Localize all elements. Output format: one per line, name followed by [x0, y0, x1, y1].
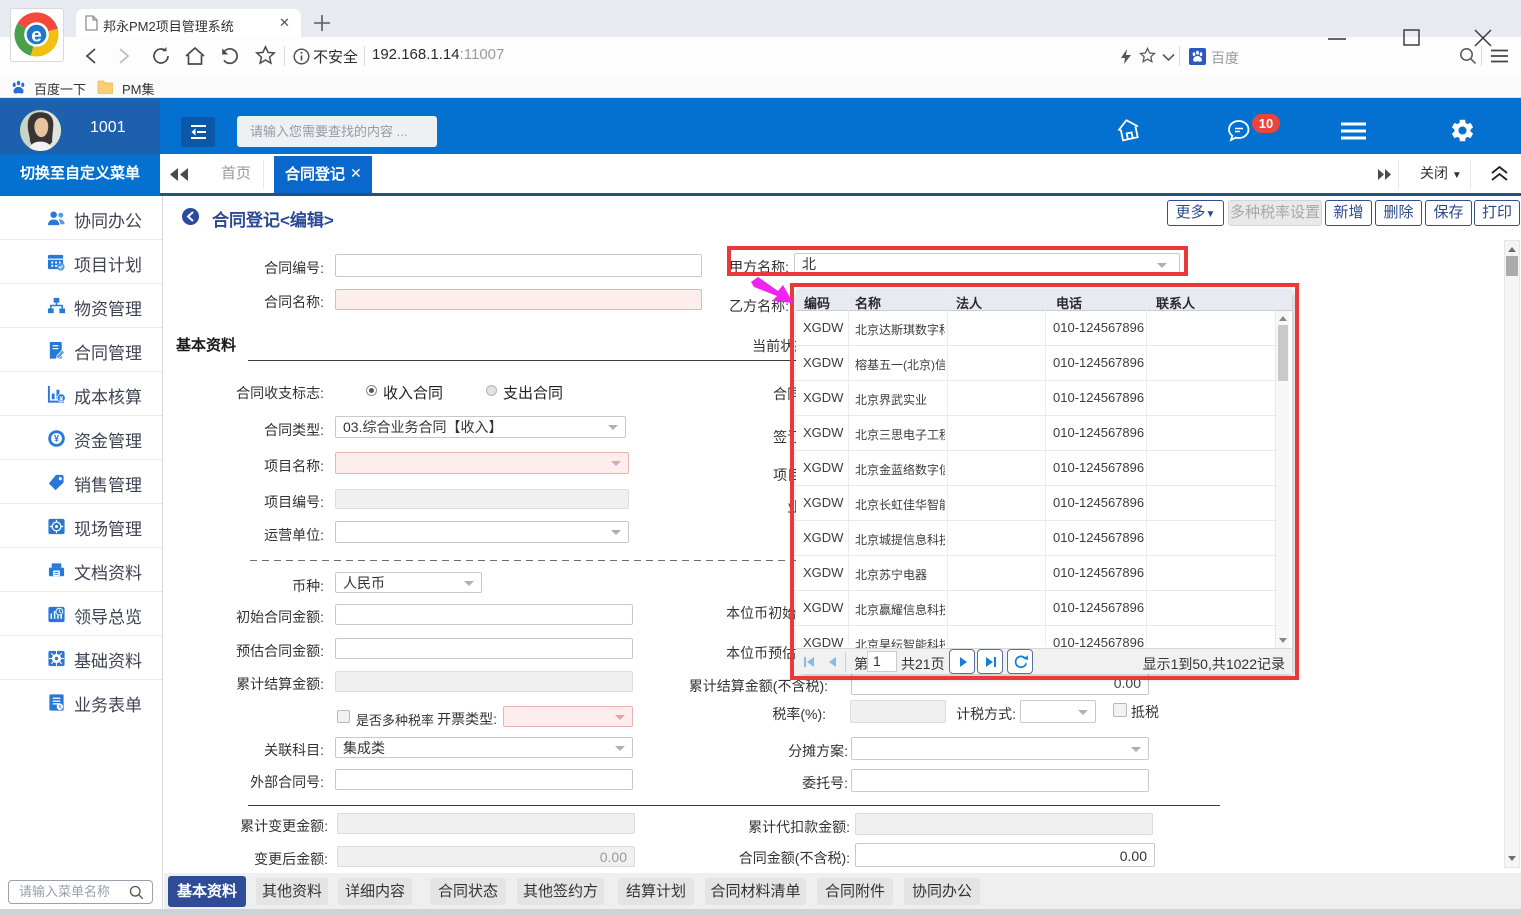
- svg-text:¥: ¥: [59, 395, 63, 403]
- svg-text:e: e: [31, 26, 42, 47]
- svg-text:¥: ¥: [54, 434, 59, 444]
